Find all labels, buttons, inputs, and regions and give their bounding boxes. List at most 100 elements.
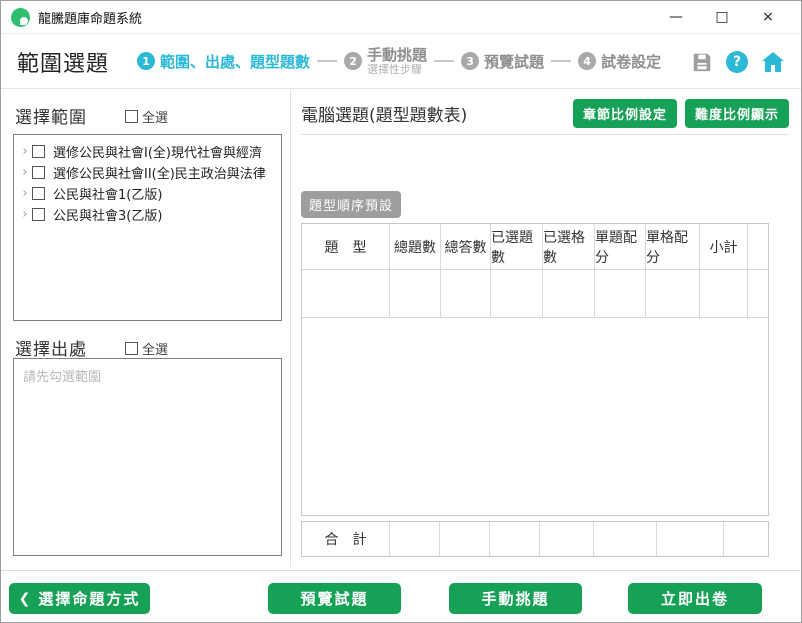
totals-cell (657, 522, 724, 556)
close-button[interactable]: × (745, 1, 791, 34)
help-icon[interactable]: ? (726, 50, 748, 73)
tree-item-label: 選修公民與社會I(全)現代社會與經濟 (53, 146, 262, 161)
step-1-label: 範圍、出處、題型題數 (160, 52, 311, 71)
table-empty-row (302, 270, 768, 318)
choose-method-back-button[interactable]: ❮ 選擇命題方式 (9, 583, 150, 614)
table-cell (646, 270, 700, 317)
source-select-all[interactable]: 全選 (125, 339, 168, 360)
tree-item-checkbox[interactable] (32, 145, 45, 158)
range-tree: › 選修公民與社會I(全)現代社會與經濟 › 選修公民與社會II(全)民主政治與… (14, 135, 281, 231)
column-header: 小計 (700, 224, 748, 269)
source-panel-title: 選擇出處 (15, 340, 87, 360)
column-header (748, 224, 768, 269)
generate-paper-button[interactable]: 立即出卷 (628, 583, 762, 614)
maximize-button[interactable]: □ (699, 1, 745, 34)
step-2-label: 手動挑題 (367, 45, 428, 64)
difficulty-ratio-button[interactable]: 難度比例顯示 (684, 98, 789, 128)
table-cell (595, 270, 646, 317)
main-panel-title: 電腦選題(題型題數表) (301, 105, 468, 126)
table-cell (441, 270, 491, 317)
column-header: 總題數 (390, 224, 441, 269)
source-panel-header: 選擇出處 全選 (15, 335, 168, 360)
totals-cell (724, 522, 768, 556)
step-connector (317, 60, 338, 63)
tree-item-checkbox[interactable] (32, 187, 45, 200)
source-select-all-label: 全選 (142, 343, 169, 358)
range-select-all-checkbox[interactable] (125, 110, 138, 123)
tree-item-checkbox[interactable] (32, 166, 45, 179)
step-4-label: 試卷設定 (601, 52, 662, 71)
manual-pick-button[interactable]: 手動挑題 (449, 583, 582, 614)
footer-divider (1, 570, 801, 571)
totals-cell (440, 522, 490, 556)
source-select-all-checkbox[interactable] (125, 342, 138, 355)
chevron-right-icon[interactable]: › (18, 186, 32, 201)
window-controls: — □ × (653, 1, 791, 34)
home-icon[interactable] (761, 51, 785, 73)
minimize-button[interactable]: — (653, 1, 699, 34)
column-header: 總答數 (441, 224, 491, 269)
totals-label: 合 計 (302, 522, 390, 556)
totals-row: 合 計 (301, 521, 769, 557)
app-window: 龍騰題庫命題系統 — □ × 範圍選題 1 範圍、出處、題型題數 2 手動挑題 … (0, 0, 802, 623)
main-header-divider (301, 134, 789, 135)
tree-item-label: 公民與社會1(乙版) (53, 188, 163, 203)
step-4-paper-setting[interactable]: 4 試卷設定 (578, 51, 661, 72)
source-placeholder-text: 請先勾選範圍 (23, 370, 102, 385)
tree-item[interactable]: › 選修公民與社會II(全)民主政治與法律 (18, 162, 277, 183)
nav-icons: ? (691, 50, 785, 73)
range-panel-title: 選擇範圍 (15, 108, 87, 128)
chevron-right-icon[interactable]: › (18, 207, 32, 222)
table-cell (491, 270, 543, 317)
chevron-right-icon[interactable]: › (18, 165, 32, 180)
column-header: 單格配分 (646, 224, 700, 269)
table-cell (543, 270, 595, 317)
range-select-all-label: 全選 (142, 111, 169, 126)
table-cell (302, 270, 390, 317)
app-logo-icon (11, 7, 30, 27)
column-header: 已選格數 (543, 224, 595, 269)
column-header: 已選題數 (491, 224, 543, 269)
stepper: 1 範圍、出處、題型題數 2 手動挑題 選擇性步驟 3 預覽試題 4 試卷設定 (137, 45, 661, 77)
question-type-order-tag[interactable]: 題型順序預設 (301, 191, 402, 218)
tree-item-checkbox[interactable] (32, 208, 45, 221)
page-title: 範圍選題 (17, 51, 110, 77)
tree-item[interactable]: › 選修公民與社會I(全)現代社會與經濟 (18, 141, 277, 162)
step-3-label: 預覽試題 (484, 52, 545, 71)
chevron-right-icon[interactable]: › (18, 144, 32, 159)
range-panel-header: 選擇範圍 全選 (15, 103, 168, 128)
chevron-left-icon: ❮ (18, 590, 33, 607)
tree-item-label: 選修公民與社會II(全)民主政治與法律 (53, 167, 266, 182)
save-icon[interactable] (691, 51, 713, 73)
chapter-ratio-button[interactable]: 章節比例設定 (572, 98, 677, 128)
tree-item-label: 公民與社會3(乙版) (53, 209, 163, 224)
range-select-all[interactable]: 全選 (125, 107, 168, 128)
step-3-number: 3 (461, 52, 480, 71)
titlebar: 龍騰題庫命題系統 — □ × (1, 1, 801, 34)
choose-method-label: 選擇命題方式 (38, 590, 141, 608)
step-1-range[interactable]: 1 範圍、出處、題型題數 (137, 51, 310, 72)
step-2-number: 2 (344, 52, 363, 71)
step-4-number: 4 (578, 52, 597, 71)
table-header-row: 題 型 總題數 總答數 已選題數 已選格數 單題配分 單格配分 小計 (302, 224, 768, 270)
pane-divider (290, 90, 291, 567)
tree-item[interactable]: › 公民與社會1(乙版) (18, 183, 277, 204)
table-cell (390, 270, 441, 317)
step-2-manual-pick[interactable]: 2 手動挑題 選擇性步驟 (344, 45, 428, 77)
step-2-sublabel: 選擇性步驟 (367, 62, 423, 76)
preview-questions-button[interactable]: 預覽試題 (268, 583, 401, 614)
main-panel-header: 電腦選題(題型題數表) 章節比例設定 難度比例顯示 (301, 98, 789, 128)
column-header: 單題配分 (595, 224, 646, 269)
step-connector (434, 60, 455, 63)
totals-cell (594, 522, 657, 556)
table-cell (700, 270, 748, 317)
app-title: 龍騰題庫命題系統 (38, 11, 143, 27)
tree-item[interactable]: › 公民與社會3(乙版) (18, 204, 277, 225)
table-cell (748, 270, 768, 317)
nav-bar: 範圍選題 1 範圍、出處、題型題數 2 手動挑題 選擇性步驟 3 預覽試題 4 (1, 35, 801, 89)
step-3-preview[interactable]: 3 預覽試題 (461, 51, 544, 72)
question-type-table: 題 型 總題數 總答數 已選題數 已選格數 單題配分 單格配分 小計 (301, 223, 769, 516)
totals-cell (540, 522, 594, 556)
step-1-number: 1 (137, 52, 156, 71)
range-tree-box: › 選修公民與社會I(全)現代社會與經濟 › 選修公民與社會II(全)民主政治與… (13, 134, 282, 321)
